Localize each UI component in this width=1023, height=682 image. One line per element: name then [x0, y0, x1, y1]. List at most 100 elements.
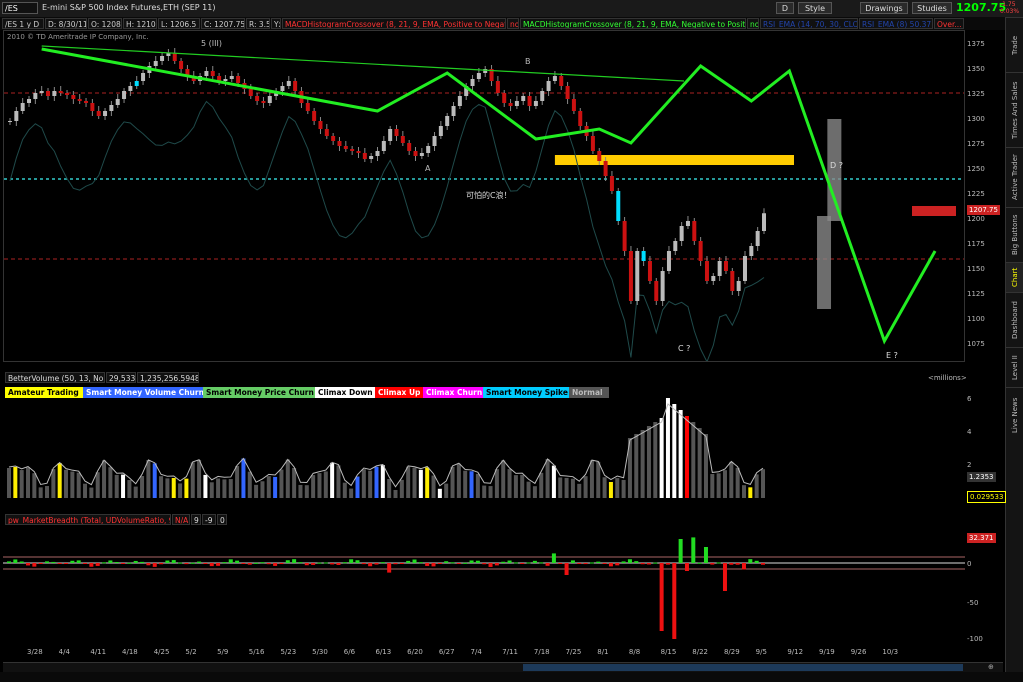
volume-bar [507, 469, 512, 498]
x-tick-label: 5/2 [185, 648, 197, 656]
candle-body [71, 95, 76, 99]
style-button[interactable]: Style [798, 2, 832, 14]
breadth-bar [634, 561, 639, 563]
breadth-bar [665, 563, 670, 565]
candle-body [736, 281, 741, 291]
date-x-axis: 3/28 4/4 4/11 4/18 4/25 5/2 5/9 5/16 5/23 5/30 6/6… [3, 645, 965, 659]
volume-bar [197, 459, 202, 498]
candle-body [369, 156, 374, 159]
candle-body [229, 76, 234, 79]
volume-panel[interactable]: Amateur Trading Smart Money Volume Churn S… [3, 385, 965, 501]
volume-bar [691, 422, 696, 498]
scrollbar-thumb[interactable] [523, 664, 963, 671]
breadth-bar [393, 563, 398, 565]
studies-button[interactable]: Studies [912, 2, 952, 14]
tab-trade[interactable]: Trade [1006, 17, 1023, 72]
study-info-bar: /ES 1 y D D: 8/30/11 O: 1208 H: 1210 L: … [0, 17, 1005, 30]
breadth-bar [76, 560, 81, 563]
price-chart-panel[interactable]: 2010 © TD Ameritrade IP Company, Inc. 5 … [3, 30, 965, 362]
volume-bar [38, 487, 43, 498]
volume-bar [165, 478, 170, 498]
candle-body [324, 129, 329, 136]
candle-body [362, 153, 367, 159]
breadth-bar [513, 562, 518, 564]
x-tick-label: 5/23 [280, 648, 297, 656]
breadth-bar [551, 553, 556, 563]
candle-body [445, 116, 450, 126]
tab-label: Times And Sales [1011, 81, 1019, 139]
volume-bar [678, 410, 683, 498]
breadth-bar [241, 563, 246, 564]
tab-chart[interactable]: Chart [1006, 262, 1023, 292]
breadth-panel[interactable] [3, 527, 965, 645]
price-y-axis: 1375 1350 1325 1300 1275 1250 1225 1200 1175 1150… [965, 30, 1005, 362]
volume-bar [133, 486, 138, 498]
wave-d-label: D ? [830, 161, 843, 170]
candle-body [628, 251, 633, 301]
volume-value-2: 1,235,256.5948 [137, 372, 199, 383]
volume-bar [665, 398, 670, 498]
breadth-bar [374, 563, 379, 565]
breadth-bar [475, 560, 480, 563]
breadth-bar [507, 560, 512, 563]
volume-bar [32, 473, 37, 498]
candle-body [413, 151, 418, 156]
price-y-label: 1100 [967, 315, 985, 323]
breadth-bar [703, 547, 708, 563]
volume-bar [741, 485, 746, 498]
breadth-bar [444, 561, 449, 563]
breadth-bar [659, 563, 664, 631]
side-tab-strip: Trade Times And Sales Active Trader Big … [1005, 17, 1023, 682]
breadth-bar [729, 563, 734, 565]
change-bottom: 0.03% [1000, 8, 1020, 15]
tab-live-news[interactable]: Live News [1006, 387, 1023, 442]
breadth-y-axis: 32.371 0 -50 -100 [965, 527, 1005, 645]
timeframe-button[interactable]: D [776, 2, 794, 14]
breadth-bar [456, 563, 461, 564]
candle-body [280, 86, 285, 91]
breadth-bar [95, 563, 100, 566]
x-tick-label: 7/11 [502, 648, 518, 656]
volume-bar [323, 471, 328, 498]
symbol-input[interactable]: /ES [2, 2, 38, 14]
x-tick-label: 9/12 [787, 648, 804, 656]
candle-body [286, 81, 291, 86]
tab-level-ii[interactable]: Level II [1006, 347, 1023, 387]
breadth-bar [140, 561, 145, 563]
candle-body [742, 256, 747, 281]
tab-times-and-sales[interactable]: Times And Sales [1006, 72, 1023, 147]
tab-dashboard[interactable]: Dashboard [1006, 292, 1023, 347]
candle-body [432, 136, 437, 146]
volume-bar [684, 416, 689, 498]
candle-body [521, 96, 526, 101]
wave-5-label: 5 (III) [201, 39, 222, 48]
volume-bar [583, 476, 588, 498]
breadth-bar [304, 563, 309, 566]
drawings-button[interactable]: Drawings [860, 2, 908, 14]
volume-bar [298, 484, 303, 498]
volume-bar [108, 467, 113, 498]
breadth-bar [602, 563, 607, 564]
x-tick-label: 5/30 [312, 648, 328, 656]
breadth-bar [13, 559, 18, 563]
volume-bar [114, 474, 119, 498]
breadth-bar [222, 562, 227, 564]
breadth-panel-header: pw_MarketBreadth (Total, UDVolumeRatio, … [3, 513, 965, 527]
candle-body [546, 81, 551, 91]
volume-bar [488, 486, 493, 498]
zoom-icon[interactable]: ⊕ [988, 663, 996, 672]
breadth-bar [754, 560, 759, 563]
tab-big-buttons[interactable]: Big Buttons [1006, 207, 1023, 262]
breadth-bar [127, 562, 132, 564]
breadth-bar [482, 563, 487, 565]
candle-body [179, 61, 184, 69]
volume-bar [184, 478, 189, 498]
breadth-bar [285, 560, 290, 563]
tab-active-trader[interactable]: Active Trader [1006, 147, 1023, 207]
candle-body [388, 129, 393, 141]
breadth-bar [570, 560, 575, 563]
breadth-bar [26, 563, 31, 566]
candle-body [33, 93, 38, 99]
candle-body [236, 76, 241, 83]
breadth-study-title: pw_MarketBreadth (Total, UDVolumeRatio, … [5, 514, 171, 525]
